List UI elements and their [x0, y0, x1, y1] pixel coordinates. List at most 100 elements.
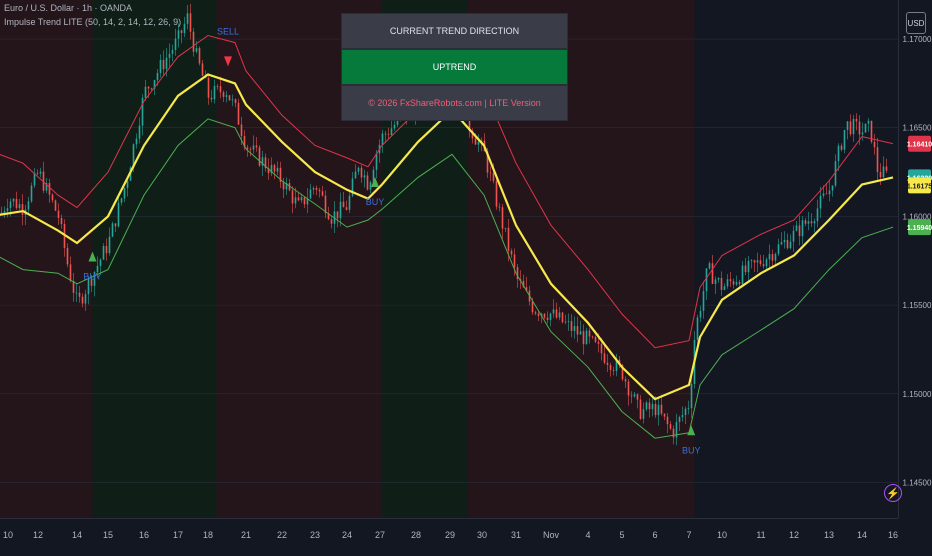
- x-tick-label: 15: [103, 530, 113, 540]
- candle-body: [498, 206, 501, 208]
- candle-body: [315, 187, 318, 190]
- candle-body: [879, 171, 882, 178]
- candle-body: [3, 211, 6, 213]
- candle-body: [846, 121, 849, 130]
- candle-body: [537, 313, 540, 316]
- price-axis[interactable]: 1.17000 1.16500 1.16000 1.15500 1.15000 1.145…: [898, 0, 932, 518]
- candle-body: [819, 195, 822, 209]
- x-tick-label: 5: [619, 530, 624, 540]
- candle-body: [555, 309, 558, 318]
- candle-body: [873, 141, 876, 148]
- candle-body: [303, 197, 306, 205]
- candle-body: [816, 208, 819, 222]
- candle-body: [507, 227, 510, 251]
- x-tick-label: 13: [824, 530, 834, 540]
- candle-body: [813, 221, 816, 224]
- signal-label: SELL: [217, 26, 239, 36]
- lightning-icon[interactable]: ⚡: [884, 484, 902, 502]
- x-tick-label: 31: [511, 530, 521, 540]
- candle-body: [99, 259, 102, 266]
- candle-body: [699, 310, 702, 318]
- x-tick-label: 16: [139, 530, 149, 540]
- candle-body: [495, 180, 498, 207]
- candle-body: [558, 312, 561, 318]
- candle-body: [342, 201, 345, 208]
- candle-body: [732, 281, 735, 285]
- currency-button[interactable]: USD: [906, 12, 926, 34]
- candle-body: [375, 153, 378, 170]
- candle-body: [660, 404, 663, 414]
- candle-body: [363, 175, 366, 178]
- candle-body: [654, 403, 657, 416]
- candle-body: [207, 77, 210, 98]
- candle-body: [366, 175, 369, 190]
- x-tick-label: 10: [717, 530, 727, 540]
- candle-body: [84, 294, 87, 304]
- candle-body: [297, 197, 300, 201]
- candle-body: [678, 417, 681, 423]
- candle-body: [123, 188, 126, 199]
- x-tick-label: 10: [3, 530, 13, 540]
- candle-body: [111, 223, 114, 237]
- candle-body: [756, 260, 759, 263]
- candle-body: [720, 278, 723, 290]
- candle-body: [57, 210, 60, 218]
- candle-body: [534, 312, 537, 314]
- candle-body: [189, 13, 192, 32]
- candle-body: [180, 30, 183, 33]
- candle-body: [822, 193, 825, 196]
- candle-body: [240, 124, 243, 136]
- y-tick-label: 1.15000: [903, 390, 932, 399]
- candle-body: [876, 147, 879, 172]
- candle-body: [852, 118, 855, 135]
- candle-body: [663, 413, 666, 417]
- candle-body: [687, 408, 690, 409]
- candle-body: [9, 201, 12, 209]
- candle-body: [684, 408, 687, 416]
- candle-body: [489, 172, 492, 174]
- candle-body: [612, 370, 615, 371]
- trend-zone-down: [0, 0, 93, 518]
- candle-body: [120, 198, 123, 203]
- candle-body: [147, 86, 150, 89]
- candle-body: [639, 399, 642, 419]
- candle-body: [795, 225, 798, 231]
- price-tag: 1.15940: [907, 219, 932, 236]
- candle-body: [672, 428, 675, 438]
- candle-body: [882, 166, 885, 178]
- candle-body: [573, 326, 576, 331]
- x-tick-label: 14: [72, 530, 82, 540]
- candle-body: [252, 145, 255, 150]
- candle-body: [156, 72, 159, 81]
- candle-body: [114, 223, 117, 227]
- candle-body: [690, 384, 693, 409]
- candle-body: [102, 246, 105, 260]
- candle-body: [642, 409, 645, 419]
- candle-body: [792, 230, 795, 242]
- candle-body: [54, 200, 57, 211]
- candle-body: [591, 336, 594, 338]
- candle-body: [858, 121, 861, 135]
- candle-body: [138, 125, 141, 139]
- time-axis[interactable]: 10 12 14 15 16 17 18 21 22 23 24 27 28 29 30 31 Nov 4 5 6 7 1…: [0, 518, 898, 551]
- candle-body: [339, 201, 342, 219]
- y-tick-label: 1.15500: [903, 301, 932, 310]
- candle-body: [804, 220, 807, 224]
- candle-body: [222, 92, 225, 97]
- candle-body: [798, 225, 801, 237]
- candle-body: [177, 30, 180, 39]
- candle-body: [561, 312, 564, 323]
- candle-body: [492, 173, 495, 181]
- candle-body: [585, 330, 588, 345]
- candle-body: [135, 138, 138, 145]
- candle-body: [549, 313, 552, 320]
- candle-body: [753, 260, 756, 263]
- candle-body: [666, 416, 669, 425]
- candle-body: [606, 362, 609, 365]
- candle-body: [357, 167, 360, 172]
- candle-body: [630, 395, 633, 397]
- trend-zone-up: [92, 0, 217, 518]
- y-tick-label: 1.16500: [903, 124, 932, 133]
- candle-body: [225, 95, 228, 97]
- candle-body: [312, 187, 315, 190]
